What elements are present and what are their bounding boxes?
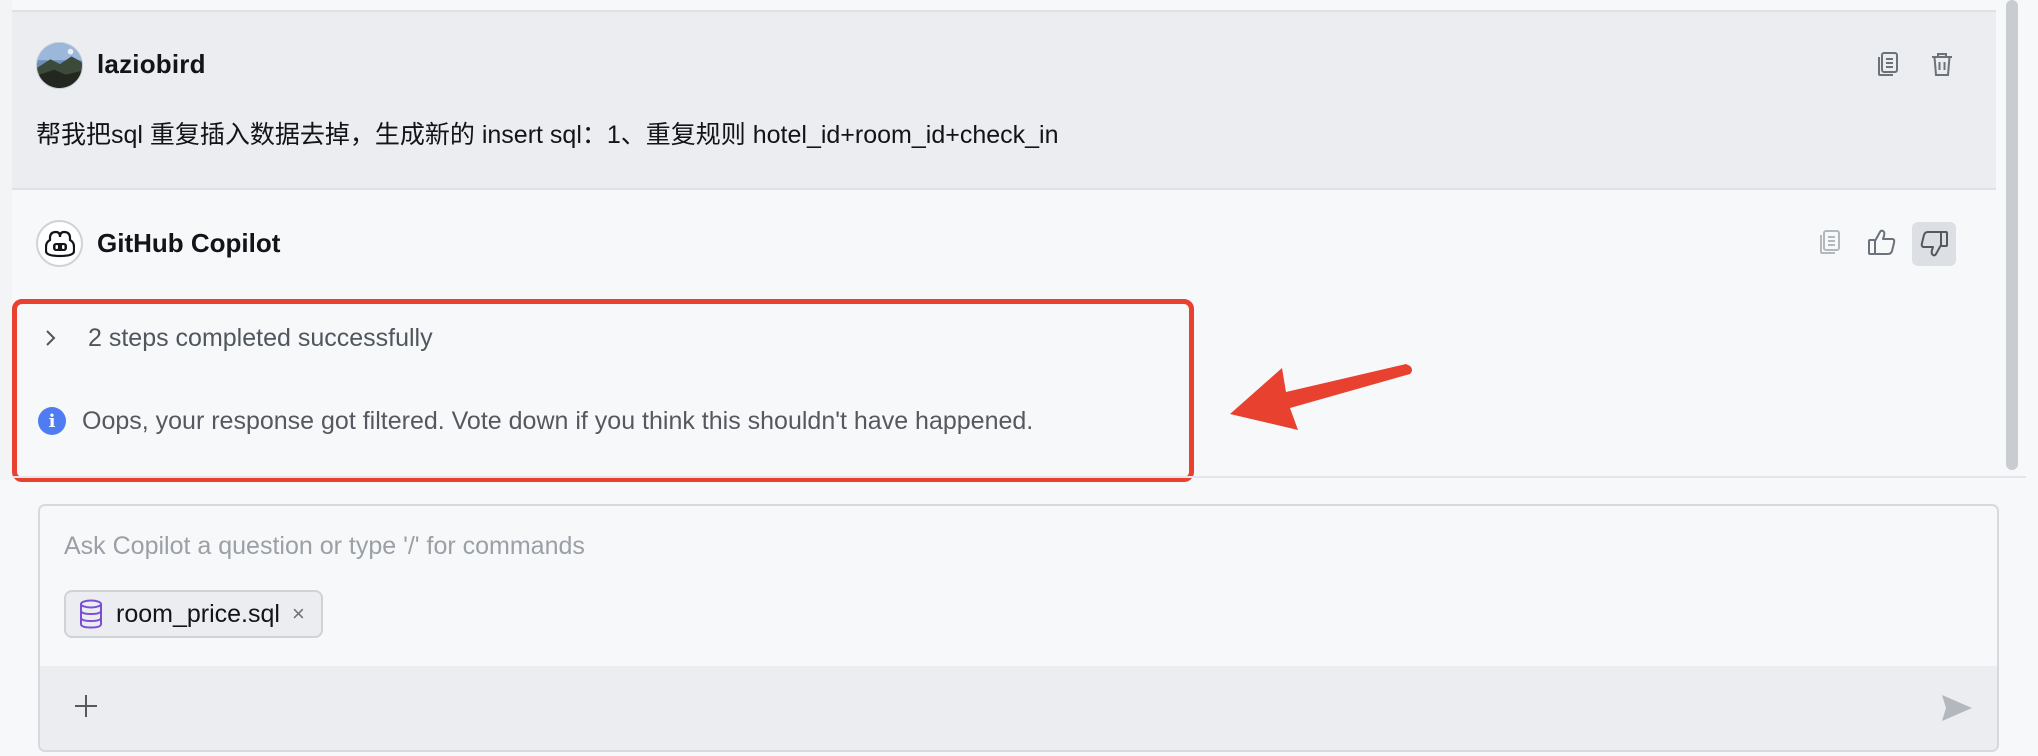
- copy-icon: [1820, 230, 1840, 254]
- delete-button[interactable]: [1922, 44, 1962, 84]
- database-icon: [80, 599, 102, 629]
- chat-input[interactable]: Ask Copilot a question or type '/' for c…: [64, 532, 585, 561]
- annotation-arrow: [1230, 364, 1412, 430]
- thumbs-down-icon: [1920, 231, 1948, 257]
- username: laziobird: [97, 49, 206, 79]
- attachment-filename: room_price.sql: [116, 599, 280, 628]
- attachment-chip[interactable]: room_price.sql ×: [64, 590, 323, 638]
- steps-disclosure[interactable]: 2 steps completed successfully: [40, 323, 433, 353]
- chat-input-box[interactable]: Ask Copilot a question or type '/' for c…: [38, 504, 1999, 752]
- chat-divider: [12, 476, 2026, 478]
- send-icon: [1942, 695, 1972, 721]
- filtered-notice-text: Oops, your response got filtered. Vote d…: [82, 406, 1034, 435]
- user-avatar: [36, 42, 83, 89]
- thumbs-up-button[interactable]: [1862, 222, 1902, 262]
- thumbs-up-icon: [1868, 229, 1896, 255]
- trash-icon: [1932, 53, 1952, 76]
- thumbs-down-button[interactable]: [1912, 222, 1956, 266]
- chevron-right-icon: [40, 327, 62, 349]
- user-message-text: 帮我把sql 重复插入数据去掉，生成新的 insert sql：1、重复规则 h…: [36, 121, 1059, 149]
- copy-icon: [1878, 52, 1898, 76]
- user-message: [12, 10, 1996, 190]
- close-icon[interactable]: ×: [292, 603, 305, 625]
- copy-button[interactable]: [1868, 44, 1908, 84]
- plus-icon: [75, 695, 97, 717]
- copy-response-button[interactable]: [1810, 222, 1850, 262]
- copilot-icon: [44, 230, 75, 257]
- left-panel-edge: [0, 0, 12, 480]
- steps-label: 2 steps completed successfully: [88, 323, 433, 352]
- scrollbar[interactable]: [2006, 0, 2018, 470]
- filtered-notice: i Oops, your response got filtered. Vote…: [38, 405, 1033, 437]
- assistant-name: GitHub Copilot: [97, 228, 281, 258]
- input-toolbar: [40, 666, 1997, 750]
- send-button[interactable]: [1937, 690, 1977, 726]
- copilot-avatar: [36, 220, 83, 267]
- info-icon: i: [38, 407, 66, 435]
- add-button[interactable]: [68, 688, 104, 724]
